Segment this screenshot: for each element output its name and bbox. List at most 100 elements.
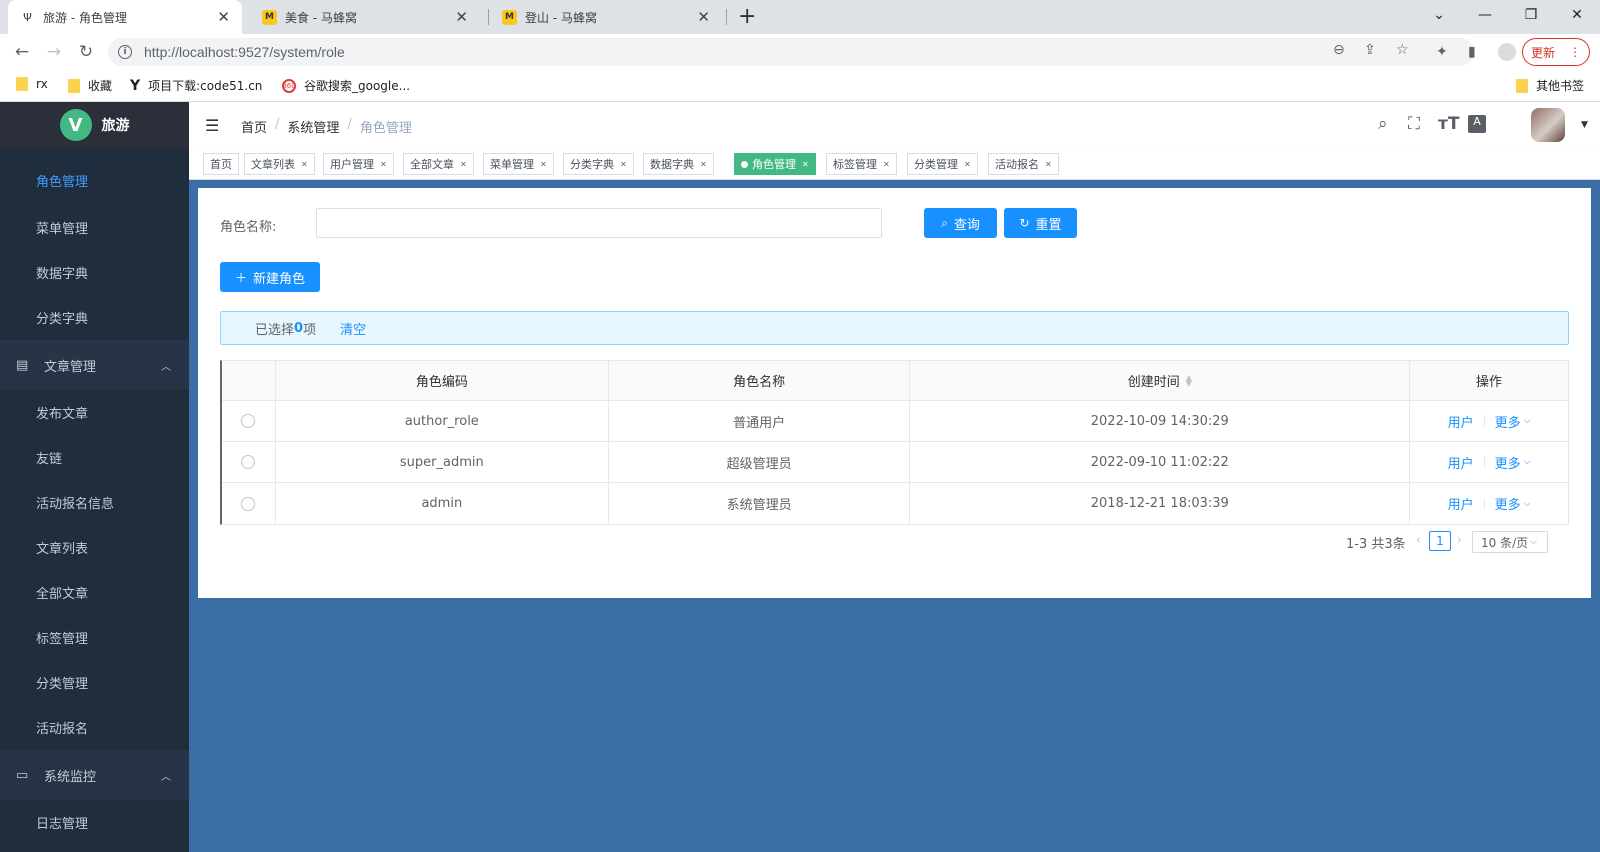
- page-size-select[interactable]: 10 条/页 ⌵: [1472, 531, 1548, 553]
- row-radio[interactable]: [241, 455, 256, 469]
- search-icon[interactable]: ⌕: [1378, 114, 1388, 134]
- zoom-icon[interactable]: ⊖: [1333, 42, 1345, 58]
- browser-tab-active[interactable]: Ψ 旅游 - 角色管理 ✕: [8, 0, 242, 34]
- user-link[interactable]: 用户: [1448, 453, 1474, 472]
- sidebar-item-publish-article[interactable]: 发布文章: [0, 390, 189, 435]
- close-icon[interactable]: ✕: [802, 160, 809, 169]
- tab-divider: [726, 9, 727, 25]
- new-tab-icon[interactable]: +: [738, 5, 756, 29]
- sidebar-item-event-signup[interactable]: 活动报名: [0, 705, 189, 750]
- bookmark-item[interactable]: Y 项目下载:code51.cn: [130, 77, 262, 94]
- more-dropdown[interactable]: 更多: [1495, 412, 1521, 431]
- tag-event-signup[interactable]: 活动报名 ✕: [988, 153, 1059, 175]
- sidebar-logo[interactable]: V 旅游: [0, 102, 189, 148]
- sidebar-item-menu-management[interactable]: 菜单管理: [0, 205, 189, 250]
- sidebar-group-monitor[interactable]: ▭ 系统监控 ︿: [0, 750, 189, 800]
- sidebar-item-log-management[interactable]: 日志管理: [0, 800, 189, 845]
- chevron-down-icon[interactable]: ⌵: [1524, 457, 1531, 467]
- bookmark-item[interactable]: 360 谷歌搜索_google...: [282, 77, 410, 94]
- close-icon[interactable]: ✕: [217, 8, 230, 26]
- tag-user-management[interactable]: 用户管理 ✕: [323, 153, 394, 175]
- window-close-icon[interactable]: ✕: [1554, 0, 1600, 30]
- tab-search-icon[interactable]: ⌄: [1416, 0, 1462, 30]
- sidebar-item-tag-management[interactable]: 标签管理: [0, 615, 189, 660]
- chevron-down-icon[interactable]: ⌵: [1524, 499, 1531, 509]
- page-number-current[interactable]: 1: [1429, 531, 1451, 551]
- sidebar-item-data-dictionary[interactable]: 数据字典: [0, 250, 189, 295]
- column-header-created[interactable]: 创建时间 ▲ ▼: [910, 361, 1411, 400]
- extensions-icon[interactable]: ✦: [1436, 44, 1448, 60]
- bookmark-item[interactable]: 收藏: [68, 77, 112, 94]
- close-icon[interactable]: ✕: [620, 160, 627, 169]
- bookmark-item[interactable]: rx: [16, 77, 48, 91]
- tag-data-dictionary[interactable]: 数据字典 ✕: [643, 153, 714, 175]
- profile-icon[interactable]: [1498, 43, 1516, 61]
- tag-category-dictionary[interactable]: 分类字典 ✕: [563, 153, 634, 175]
- address-bar[interactable]: i http://localhost:9527/system/role ⊖ ⇪ …: [108, 38, 1474, 66]
- reload-icon[interactable]: ↻: [74, 40, 98, 64]
- close-icon[interactable]: ✕: [697, 8, 710, 26]
- close-icon[interactable]: ✕: [964, 160, 971, 169]
- user-link[interactable]: 用户: [1448, 412, 1474, 431]
- sidebar-item-role-management[interactable]: 角色管理: [0, 148, 189, 205]
- font-size-icon[interactable]: тT: [1438, 114, 1459, 134]
- other-bookmarks[interactable]: 其他书签: [1516, 77, 1584, 94]
- update-button[interactable]: 更新 ⋮: [1522, 38, 1590, 66]
- tag-role-management[interactable]: 角色管理 ✕: [734, 153, 816, 175]
- share-icon[interactable]: ⇪: [1364, 42, 1376, 58]
- hamburger-icon[interactable]: ☰: [205, 116, 219, 135]
- sidebar-group-label: 文章管理: [44, 359, 97, 375]
- avatar[interactable]: [1531, 108, 1565, 142]
- sidebar-group-article[interactable]: ▤ 文章管理 ︿: [0, 340, 189, 390]
- back-icon[interactable]: ←: [10, 40, 34, 64]
- chevron-down-icon[interactable]: ⌵: [1524, 416, 1531, 426]
- fullscreen-icon[interactable]: ⛶: [1408, 114, 1420, 134]
- role-name-input[interactable]: [316, 208, 882, 238]
- sidebar-item-all-articles[interactable]: 全部文章: [0, 570, 189, 615]
- bookmark-label: rx: [36, 77, 48, 91]
- more-dropdown[interactable]: 更多: [1495, 453, 1521, 472]
- close-icon[interactable]: ✕: [1045, 160, 1052, 169]
- clear-selection-link[interactable]: 清空: [340, 319, 366, 338]
- side-panel-icon[interactable]: ▮: [1468, 44, 1476, 60]
- close-icon[interactable]: ✕: [380, 160, 387, 169]
- close-icon[interactable]: ✕: [700, 160, 707, 169]
- breadcrumb-system[interactable]: 系统管理: [287, 117, 339, 136]
- translate-icon[interactable]: A: [1468, 115, 1486, 133]
- browser-tab[interactable]: M 美食 - 马蜂窝 ✕: [250, 0, 480, 34]
- sort-icon[interactable]: ▲ ▼: [1186, 373, 1192, 387]
- tag-home[interactable]: 首页: [203, 153, 239, 175]
- tag-menu-management[interactable]: 菜单管理 ✕: [483, 153, 554, 175]
- tag-article-list[interactable]: 文章列表 ✕: [244, 153, 315, 175]
- close-icon[interactable]: ✕: [540, 160, 547, 169]
- query-button[interactable]: ⌕ 查询: [924, 208, 997, 238]
- tag-all-articles[interactable]: 全部文章 ✕: [403, 153, 474, 175]
- tag-tag-management[interactable]: 标签管理 ✕: [826, 153, 897, 175]
- close-icon[interactable]: ✕: [883, 160, 890, 169]
- caret-down-icon[interactable]: ▼: [1581, 120, 1588, 130]
- next-page-icon[interactable]: ›: [1457, 533, 1462, 547]
- reset-button[interactable]: ↻ 重置: [1004, 208, 1077, 238]
- row-radio[interactable]: [241, 496, 256, 511]
- prev-page-icon[interactable]: ‹: [1416, 533, 1421, 547]
- more-dropdown[interactable]: 更多: [1495, 494, 1521, 513]
- forward-icon[interactable]: →: [42, 40, 66, 64]
- close-icon[interactable]: ✕: [460, 160, 467, 169]
- sidebar-item-article-list[interactable]: 文章列表: [0, 525, 189, 570]
- minimize-icon[interactable]: —: [1462, 0, 1508, 30]
- tag-category-management[interactable]: 分类管理 ✕: [907, 153, 978, 175]
- site-info-icon[interactable]: i: [118, 45, 132, 59]
- new-role-button[interactable]: ＋ 新建角色: [220, 262, 320, 292]
- sidebar-item-category-management[interactable]: 分类管理: [0, 660, 189, 705]
- browser-tab[interactable]: M 登山 - 马蜂窝 ✕: [490, 0, 722, 34]
- user-link[interactable]: 用户: [1448, 494, 1474, 513]
- restore-icon[interactable]: ❐: [1508, 0, 1554, 30]
- close-icon[interactable]: ✕: [301, 160, 308, 169]
- row-radio[interactable]: [241, 414, 256, 428]
- close-icon[interactable]: ✕: [455, 8, 468, 26]
- bookmark-star-icon[interactable]: ☆: [1396, 42, 1409, 58]
- breadcrumb-home[interactable]: 首页: [241, 117, 267, 136]
- sidebar-item-category-dictionary[interactable]: 分类字典: [0, 295, 189, 340]
- sidebar-item-friend-links[interactable]: 友链: [0, 435, 189, 480]
- sidebar-item-event-signup-info[interactable]: 活动报名信息: [0, 480, 189, 525]
